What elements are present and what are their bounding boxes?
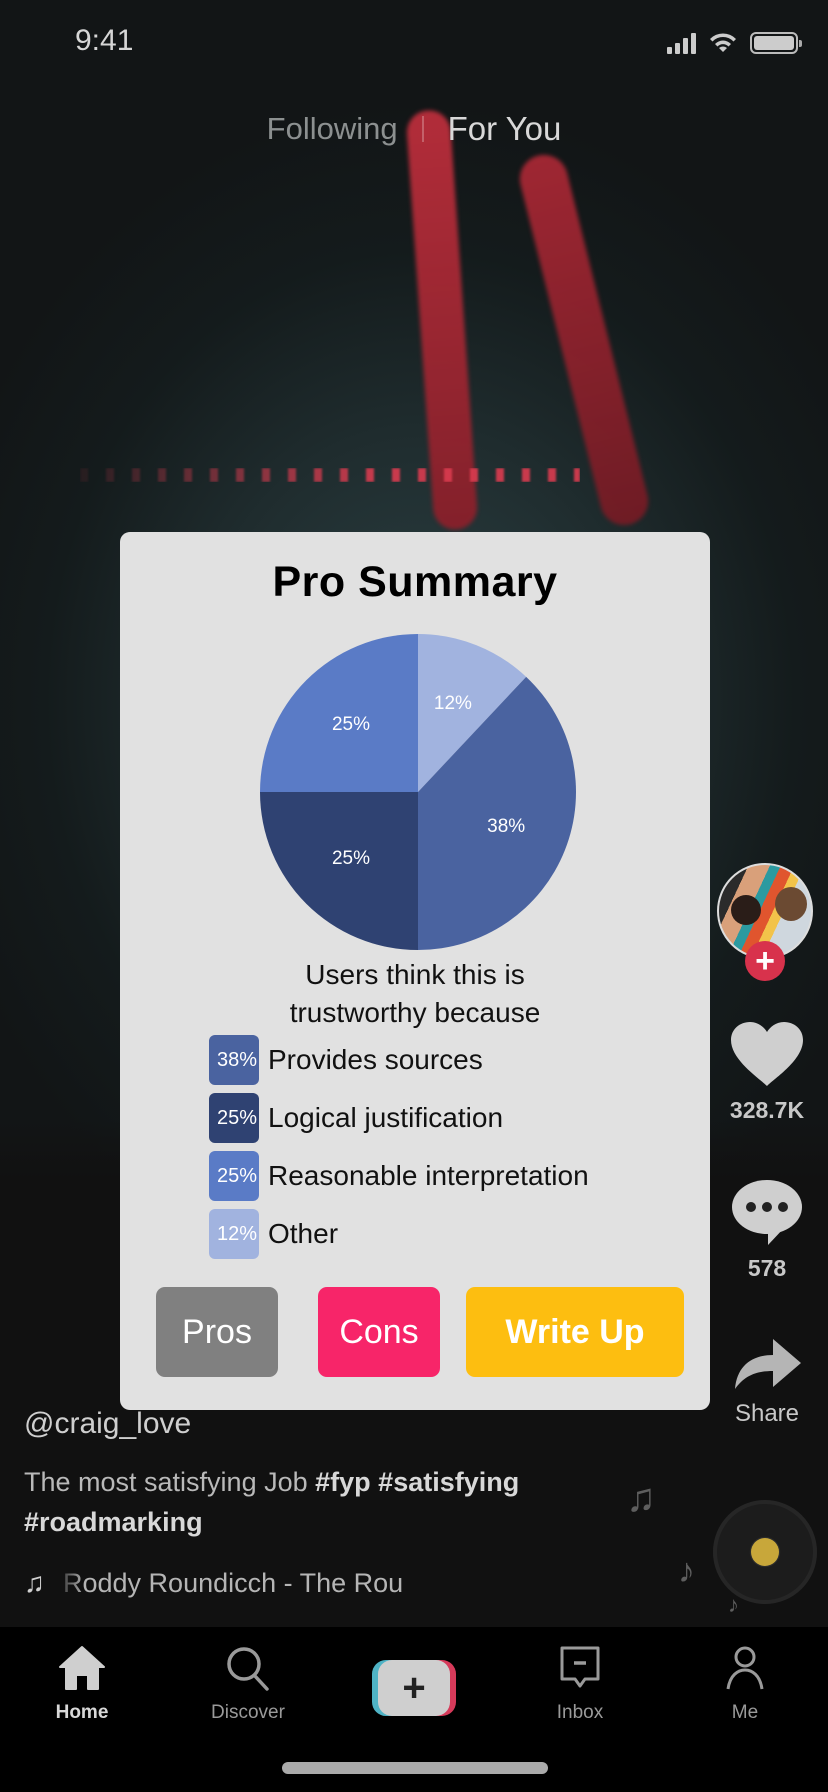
legend-item: 38% Provides sources	[209, 1035, 589, 1085]
chart-legend: 38% Provides sources 25% Logical justifi…	[209, 1035, 589, 1267]
music-note-icon: ♫	[24, 1567, 45, 1598]
status-time: 9:41	[75, 24, 134, 57]
username[interactable]: @craig_love	[24, 1407, 191, 1441]
follow-button[interactable]: +	[745, 941, 785, 981]
disc-label	[751, 1538, 779, 1566]
home-indicator	[282, 1762, 548, 1774]
plus-icon: +	[755, 942, 775, 980]
like-button[interactable]: 328.7K	[712, 1020, 822, 1124]
status-bar: 9:41	[0, 0, 828, 88]
caption-text: The most satisfying Job	[24, 1467, 316, 1497]
inbox-icon	[560, 1646, 600, 1688]
battery-icon	[750, 32, 802, 54]
legend-swatch: 38%	[209, 1035, 259, 1085]
create-button[interactable]: +	[372, 1660, 456, 1716]
share-icon	[735, 1339, 801, 1389]
hashtag[interactable]: #fyp	[315, 1467, 371, 1497]
music-row[interactable]: ♫ Roddy Roundicch - The Rou	[24, 1567, 423, 1599]
video-decor	[80, 468, 580, 482]
legend-label: Provides sources	[268, 1044, 483, 1075]
tab-divider	[421, 116, 424, 142]
legend-label: Other	[268, 1218, 339, 1249]
nav-label: Inbox	[556, 1702, 604, 1723]
caption: The most satisfying Job #fyp #satisfying…	[24, 1462, 584, 1542]
nav-label: Discover	[211, 1702, 285, 1723]
legend-swatch: 12%	[209, 1209, 259, 1259]
tab-for-you[interactable]: For You	[448, 110, 562, 148]
nav-me[interactable]: Me	[675, 1645, 815, 1724]
nav-label: Me	[731, 1702, 759, 1723]
modal-subtitle: Users think this is trustworthy because	[120, 956, 710, 1032]
hashtag[interactable]: #satisfying	[378, 1467, 519, 1497]
comment-button[interactable]: 578	[712, 1178, 822, 1282]
pie-slice-label: 38%	[487, 816, 525, 837]
creator-avatar-group: +	[717, 863, 815, 981]
legend-item: 25% Reasonable interpretation	[209, 1151, 589, 1201]
hashtag[interactable]: #roadmarking	[24, 1507, 203, 1537]
music-note-icon: ♪	[678, 1552, 695, 1590]
pie-chart: 12% 38% 25% 25%	[260, 634, 576, 950]
pie-slice-label: 12%	[434, 693, 472, 714]
modal-title: Pro Summary	[272, 558, 558, 606]
nav-label: Home	[55, 1702, 109, 1723]
like-count: 328.7K	[729, 1097, 805, 1123]
plus-icon: +	[378, 1660, 450, 1716]
legend-swatch: 25%	[209, 1093, 259, 1143]
subtitle-line: Users think this is	[305, 959, 525, 990]
pie-slice-label: 25%	[332, 848, 370, 869]
nav-home[interactable]: Home	[12, 1645, 152, 1724]
heart-icon	[731, 1022, 803, 1086]
comment-icon	[732, 1180, 802, 1245]
modal-buttons: Pros Cons Write Up	[120, 1287, 710, 1377]
wifi-icon	[710, 33, 736, 52]
cons-button[interactable]: Cons	[318, 1287, 440, 1377]
tab-following[interactable]: Following	[267, 111, 398, 147]
subtitle-line: trustworthy because	[289, 997, 541, 1028]
pro-summary-modal: Pro Summary 12% 38% 25% 25% Users think thi…	[120, 532, 710, 1410]
share-label: Share	[734, 1400, 800, 1427]
signal-icon	[667, 32, 696, 54]
feed-tabs: Following For You	[0, 110, 828, 148]
music-note-icon: ♫	[626, 1476, 656, 1520]
status-icons	[667, 32, 802, 54]
legend-item: 12% Other	[209, 1209, 589, 1259]
home-icon	[59, 1646, 105, 1690]
nav-inbox[interactable]: Inbox	[510, 1645, 650, 1724]
music-disc[interactable]	[713, 1500, 817, 1604]
legend-swatch: 25%	[209, 1151, 259, 1201]
legend-label: Logical justification	[268, 1102, 504, 1133]
nav-discover[interactable]: Discover	[178, 1645, 318, 1724]
legend-item: 25% Logical justification	[209, 1093, 589, 1143]
pie-slice-label: 25%	[332, 714, 370, 735]
share-button[interactable]: Share	[712, 1335, 822, 1428]
comment-count: 578	[747, 1255, 787, 1281]
pros-button[interactable]: Pros	[156, 1287, 278, 1377]
music-title: Roddy Roundicch - The Rou	[63, 1567, 404, 1598]
write-up-button[interactable]: Write Up	[466, 1287, 684, 1377]
search-icon	[227, 1647, 269, 1691]
profile-icon	[726, 1646, 764, 1690]
legend-label: Reasonable interpretation	[268, 1160, 589, 1191]
pie-slice	[260, 792, 418, 950]
